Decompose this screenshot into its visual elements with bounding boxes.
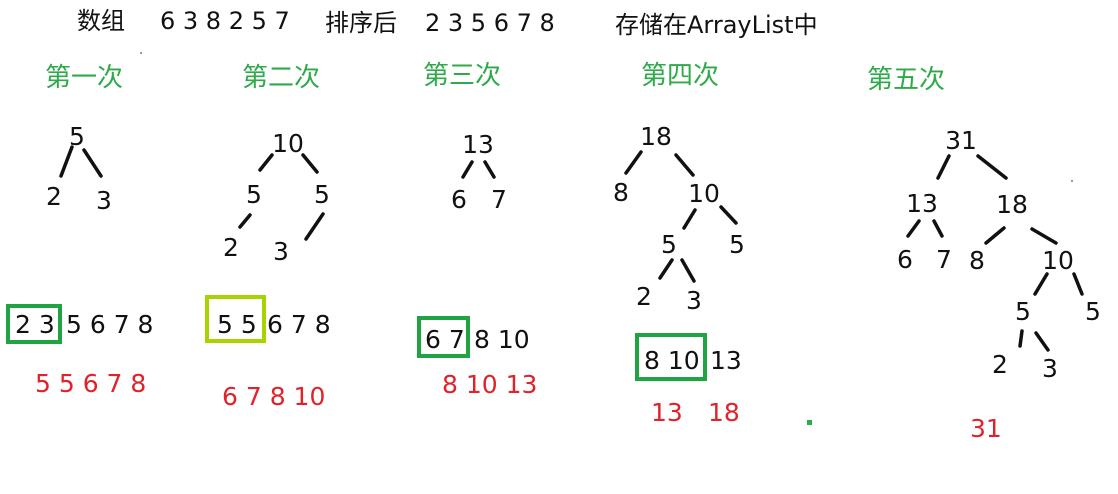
edge [682, 208, 697, 230]
remaining-values: 8 10 [474, 325, 530, 354]
tree-node: 5 [1015, 297, 1031, 326]
tree-node: 2 [636, 282, 652, 311]
tree-node: 7 [491, 185, 507, 214]
edge [304, 212, 325, 241]
tree-node: 6 [451, 185, 467, 214]
tree-node: 18 [996, 190, 1028, 219]
tree-node: 2 [46, 182, 62, 211]
tree-node: 31 [945, 126, 977, 155]
edge [906, 219, 921, 238]
tree-node: 13 [906, 189, 938, 218]
edge [1018, 329, 1024, 348]
edge [258, 153, 274, 172]
edge [932, 219, 944, 238]
edge [1030, 227, 1058, 245]
boxed-values: 2 3 [15, 310, 55, 339]
edge [483, 160, 496, 179]
tree-node: 3 [1042, 354, 1058, 383]
merged-result-part: 13 [651, 398, 683, 427]
tree-node: 5 [1085, 297, 1101, 326]
edge [984, 226, 1006, 245]
tree-node: 10 [1042, 246, 1074, 275]
stray-mark [140, 52, 142, 54]
tree-node: 18 [640, 122, 672, 151]
edge [674, 153, 695, 177]
tree-node: 5 [69, 122, 85, 151]
tree-node: 13 [462, 130, 494, 159]
merged-result-part: 18 [708, 398, 740, 427]
edge [59, 145, 74, 178]
tree-node: 10 [272, 129, 304, 158]
boxed-values: 8 10 [644, 346, 700, 375]
remaining-values: 13 [710, 346, 742, 375]
tree-node: 8 [613, 178, 629, 207]
stray-mark [1071, 180, 1073, 182]
green-dot [807, 420, 812, 425]
tree-node: 5 [314, 180, 330, 209]
edge [936, 154, 951, 180]
tree-node: 3 [96, 186, 112, 215]
edge [82, 148, 103, 178]
edge [461, 160, 474, 179]
tree-node: 2 [223, 233, 239, 262]
edge [1034, 331, 1050, 352]
edge [658, 258, 674, 280]
tree-node: 5 [729, 230, 745, 259]
boxed-values: 6 7 [425, 325, 465, 354]
merged-result: 5 5 6 7 8 [35, 369, 147, 398]
tree-node: 6 [897, 245, 913, 274]
tree-node: 3 [273, 237, 289, 266]
merged-result: 8 10 13 [442, 370, 538, 399]
tree-node: 8 [969, 246, 985, 275]
tree-node: 3 [686, 286, 702, 315]
edge [1033, 272, 1049, 296]
merged-result: 6 7 8 10 [222, 382, 326, 411]
tree-node: 5 [246, 180, 262, 209]
edge [976, 154, 1008, 180]
boxed-values: 5 5 [217, 310, 257, 339]
edge [1072, 272, 1084, 296]
edge [719, 205, 738, 225]
edge [680, 258, 696, 283]
remaining-values: 6 7 8 [267, 310, 331, 339]
final-result: 31 [970, 414, 1002, 443]
tree-node: 5 [661, 230, 677, 259]
tree-node: 10 [688, 179, 720, 208]
edge [301, 153, 319, 174]
remaining-values: 5 6 7 8 [66, 310, 154, 339]
tree-node: 2 [992, 350, 1008, 379]
edge [624, 150, 643, 175]
tree-node: 7 [936, 245, 952, 274]
edge [238, 213, 252, 229]
